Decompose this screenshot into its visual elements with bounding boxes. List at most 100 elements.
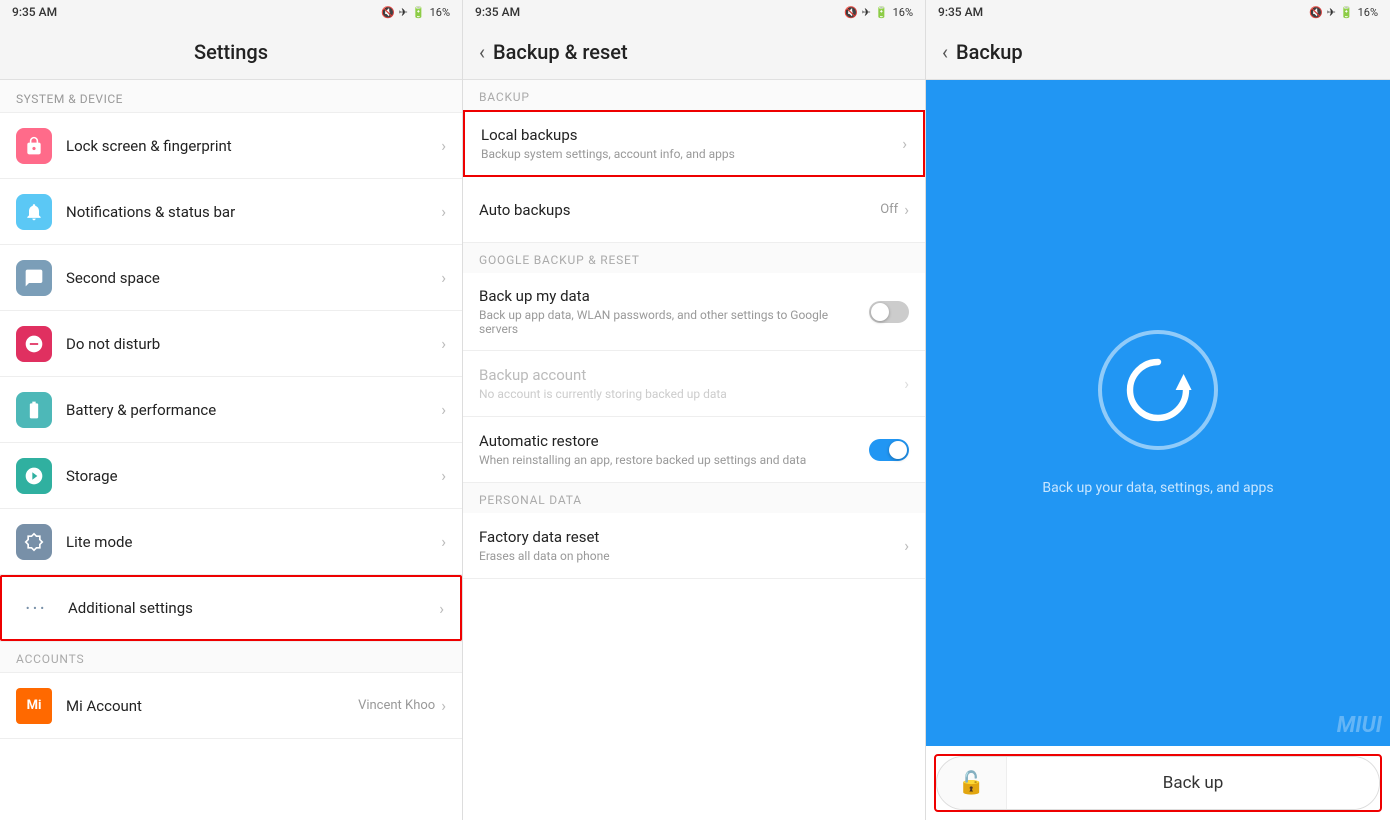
lite-mode-icon [16, 524, 52, 560]
automatic-restore-subtitle: When reinstalling an app, restore backed… [479, 453, 869, 467]
factory-reset-item[interactable]: Factory data reset Erases all data on ph… [463, 513, 925, 579]
battery-title: Battery & performance [66, 401, 441, 419]
status-bar-2: 9:35 AM 🔇 ✈ 🔋 16% [463, 0, 925, 24]
battery-icon: 🔋 [412, 6, 426, 19]
nav-icon-3: ✈ [1327, 6, 1336, 19]
lock-icon [16, 128, 52, 164]
battery-chevron: › [441, 400, 446, 419]
additional-settings-icon: ··· [18, 590, 54, 626]
additional-settings-title: Additional settings [68, 599, 439, 617]
backup-my-data-toggle[interactable] [869, 301, 909, 323]
auto-backups-item[interactable]: Auto backups Off › [463, 177, 925, 243]
notifications-icon [16, 194, 52, 230]
storage-text: Storage [66, 467, 441, 485]
nav-icon-2: ✈ [862, 6, 871, 19]
back-button-2[interactable]: ‹ [479, 40, 485, 64]
dnd-icon [16, 326, 52, 362]
settings-content: SYSTEM & DEVICE Lock screen & fingerprin… [0, 80, 462, 820]
backup-reset-title: Backup & reset [493, 40, 628, 64]
settings-header: Settings [0, 24, 462, 80]
battery-percent-1: 16% [430, 6, 450, 19]
auto-backups-text: Auto backups [479, 201, 880, 219]
local-backups-chevron: › [902, 134, 907, 153]
lite-mode-title: Lite mode [66, 533, 441, 551]
mute-icon: 🔇 [381, 6, 395, 19]
backup-lock-button[interactable]: 🔓 [937, 757, 1007, 809]
local-backups-text: Local backups Backup system settings, ac… [481, 126, 902, 161]
personal-data-label: PERSONAL DATA [463, 483, 925, 513]
second-space-text: Second space [66, 269, 441, 287]
auto-backups-value: Off [880, 202, 898, 217]
backup-button-container: 🔓 Back up [934, 754, 1382, 812]
sidebar-item-notifications[interactable]: Notifications & status bar › [0, 179, 462, 245]
mute-icon-3: 🔇 [1309, 6, 1323, 19]
automatic-restore-title: Automatic restore [479, 432, 869, 450]
automatic-restore-toggle[interactable] [869, 439, 909, 461]
dnd-chevron: › [441, 334, 446, 353]
sidebar-item-lock-screen[interactable]: Lock screen & fingerprint › [0, 113, 462, 179]
backup-refresh-icon [1118, 350, 1198, 430]
mi-account-icon: Mi [16, 688, 52, 724]
backup-account-text: Backup account No account is currently s… [479, 366, 904, 401]
additional-settings-chevron: › [439, 599, 444, 618]
backup-action-button[interactable]: Back up [1007, 757, 1379, 809]
sidebar-item-do-not-disturb[interactable]: Do not disturb › [0, 311, 462, 377]
backup-reset-header: ‹ Backup & reset [463, 24, 925, 80]
mi-account-text: Mi Account [66, 697, 358, 715]
factory-reset-text: Factory data reset Erases all data on ph… [479, 528, 904, 563]
storage-icon [16, 458, 52, 494]
backup-account-chevron: › [904, 374, 909, 393]
accounts-header: ACCOUNTS [0, 641, 462, 673]
status-time-3: 9:35 AM [938, 5, 983, 19]
backup-my-data-text: Back up my data Back up app data, WLAN p… [479, 287, 869, 336]
lite-mode-chevron: › [441, 532, 446, 551]
local-backups-item[interactable]: Local backups Backup system settings, ac… [463, 110, 925, 177]
back-button-3[interactable]: ‹ [942, 40, 948, 64]
status-bar-1: 9:35 AM 🔇 ✈ 🔋 16% [0, 0, 462, 24]
sidebar-item-second-space[interactable]: Second space › [0, 245, 462, 311]
sidebar-item-lite-mode[interactable]: Lite mode › [0, 509, 462, 575]
second-space-chevron: › [441, 268, 446, 287]
backup-my-data-title: Back up my data [479, 287, 869, 305]
backup-icon-circle [1098, 330, 1218, 450]
backup-account-title: Backup account [479, 366, 904, 384]
status-icons-2: 🔇 ✈ 🔋 16% [844, 6, 913, 19]
factory-reset-subtitle: Erases all data on phone [479, 549, 904, 563]
automatic-restore-text: Automatic restore When reinstalling an a… [479, 432, 869, 467]
dnd-title: Do not disturb [66, 335, 441, 353]
battery-icon-3: 🔋 [1340, 6, 1354, 19]
backup-account-item: Backup account No account is currently s… [463, 351, 925, 417]
backup-title: Backup [956, 40, 1023, 64]
mute-icon-2: 🔇 [844, 6, 858, 19]
backup-bottom-inner: 🔓 Back up [936, 756, 1380, 810]
backup-my-data-subtitle: Back up app data, WLAN passwords, and ot… [479, 308, 869, 336]
toggle-thumb [871, 303, 889, 321]
mi-account-title: Mi Account [66, 697, 358, 715]
sidebar-item-storage[interactable]: Storage › [0, 443, 462, 509]
local-backups-title: Local backups [481, 126, 902, 144]
notifications-chevron: › [441, 202, 446, 221]
sidebar-item-mi-account[interactable]: Mi Mi Account Vincent Khoo › [0, 673, 462, 739]
status-icons-1: 🔇 ✈ 🔋 16% [381, 6, 450, 19]
sidebar-item-battery[interactable]: Battery & performance › [0, 377, 462, 443]
nav-icon: ✈ [399, 6, 408, 19]
storage-title: Storage [66, 467, 441, 485]
automatic-restore-item[interactable]: Automatic restore When reinstalling an a… [463, 417, 925, 483]
status-time-1: 9:35 AM [12, 5, 57, 19]
settings-title: Settings [16, 40, 446, 64]
factory-reset-chevron: › [904, 536, 909, 555]
backup-action-label: Back up [1163, 773, 1224, 793]
backup-blue-area: Back up your data, settings, and apps MI… [926, 80, 1390, 746]
system-device-header: SYSTEM & DEVICE [0, 80, 462, 113]
battery-percent-3: 16% [1358, 6, 1378, 19]
sidebar-item-additional-settings[interactable]: ··· Additional settings › [0, 575, 462, 641]
backup-label: BACKUP [463, 80, 925, 110]
mi-account-chevron: › [441, 696, 446, 715]
notifications-text: Notifications & status bar [66, 203, 441, 221]
second-space-title: Second space [66, 269, 441, 287]
toggle-thumb-2 [889, 441, 907, 459]
backup-account-subtitle: No account is currently storing backed u… [479, 387, 904, 401]
local-backups-subtitle: Backup system settings, account info, an… [481, 147, 902, 161]
backup-my-data-item[interactable]: Back up my data Back up app data, WLAN p… [463, 273, 925, 351]
mi-account-value: Vincent Khoo [358, 698, 435, 713]
